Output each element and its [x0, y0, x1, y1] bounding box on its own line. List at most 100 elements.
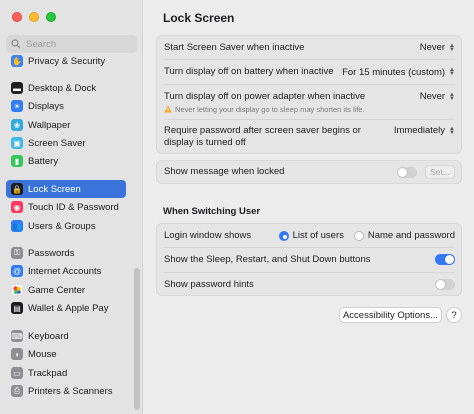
printer-icon: ⎙: [11, 385, 23, 397]
sidebar-item-label: Mouse: [28, 348, 57, 360]
sidebar-item-printers-scanners[interactable]: ⎙ Printers & Scanners: [6, 382, 126, 400]
radio-unselected-icon: [353, 230, 364, 241]
display-icon: ☀: [11, 100, 23, 112]
sidebar-scrollbar[interactable]: [134, 268, 140, 410]
display-battery-popup[interactable]: For 15 minutes (custom) ▲ ▼: [342, 67, 455, 78]
sidebar-item-wallpaper[interactable]: ❀ Wallpaper: [6, 116, 126, 134]
radio-selected-icon: [278, 230, 289, 241]
at-icon: @: [11, 265, 23, 277]
display-power-label: Turn display off on power adapter when i…: [164, 91, 366, 102]
help-button[interactable]: ?: [446, 307, 462, 323]
sidebar-item-displays[interactable]: ☀ Displays: [6, 97, 126, 115]
keyboard-icon: ⌨: [11, 330, 23, 342]
key-icon: ⚿: [11, 247, 23, 259]
display-power-row: Turn display off on power adapter when i…: [157, 85, 461, 116]
page-title: Lock Screen: [163, 11, 235, 25]
search-input[interactable]: [26, 38, 126, 50]
message-label: Show message when locked: [164, 166, 285, 178]
sidebar-item-label: Desktop & Dock: [28, 82, 97, 94]
screen-saver-label: Start Screen Saver when inactive: [164, 41, 305, 53]
sleep-restart-toggle[interactable]: [435, 254, 455, 265]
sidebar-item-users-groups[interactable]: 👥 Users & Groups: [6, 217, 126, 235]
require-password-popup[interactable]: Immediately ▲ ▼: [394, 125, 455, 136]
search-icon: [11, 39, 21, 49]
sidebar-item-lock-screen[interactable]: 🔒 Lock Screen: [6, 180, 126, 198]
warning-icon: [164, 105, 172, 113]
login-window-radio-group: List of users Name and password: [278, 230, 455, 241]
radio-label: Name and password: [367, 230, 455, 241]
display-power-note: Never letting your display go to sleep m…: [164, 105, 365, 114]
zoom-window-button[interactable]: [46, 12, 56, 22]
sleep-restart-row: Show the Sleep, Restart, and Shut Down b…: [157, 248, 461, 272]
system-settings-window: ✋ Privacy & Security ▬ Desktop & Dock ☀ …: [0, 0, 474, 414]
trackpad-icon: ▭: [11, 367, 23, 379]
password-hints-toggle[interactable]: [435, 279, 455, 290]
require-password-label-line2: display is turned off: [164, 136, 246, 148]
sidebar-item-label: Lock Screen: [28, 183, 81, 195]
main-pane: Lock Screen Start Screen Saver when inac…: [143, 0, 474, 414]
sidebar-item-passwords[interactable]: ⚿ Passwords: [6, 244, 126, 262]
login-window-row: Login window shows List of users Name an…: [157, 224, 461, 247]
display-battery-value: For 15 minutes (custom): [342, 66, 446, 78]
sidebar-item-battery[interactable]: ▮ Battery: [6, 152, 126, 170]
message-row: Show message when locked Set...: [157, 161, 461, 183]
sidebar-item-label: Privacy & Security: [28, 55, 106, 67]
search-field[interactable]: [6, 35, 137, 53]
close-window-button[interactable]: [12, 12, 22, 22]
sidebar-item-internet-accounts[interactable]: @ Internet Accounts: [6, 262, 126, 280]
sidebar-item-trackpad[interactable]: ▭ Trackpad: [6, 364, 126, 382]
users-icon: 👥: [11, 220, 23, 232]
sidebar-item-label: Printers & Scanners: [28, 385, 113, 397]
hand-icon: ✋: [11, 55, 23, 67]
window-controls: [12, 12, 56, 22]
sidebar-item-mouse[interactable]: ◖ Mouse: [6, 345, 126, 363]
sleep-restart-label: Show the Sleep, Restart, and Shut Down b…: [164, 254, 371, 266]
sidebar-item-label: Keyboard: [28, 330, 69, 342]
updown-chevron-icon: ▲ ▼: [449, 125, 455, 136]
display-power-popup[interactable]: Never ▲ ▼: [420, 91, 455, 102]
password-hints-label: Show password hints: [164, 278, 254, 290]
sidebar-item-desktop-dock[interactable]: ▬ Desktop & Dock: [6, 79, 126, 97]
screen-saver-popup[interactable]: Never ▲ ▼: [420, 42, 455, 53]
login-window-label: Login window shows: [164, 229, 252, 241]
accessibility-options-button[interactable]: Accessibility Options...: [339, 307, 442, 323]
sidebar-item-keyboard[interactable]: ⌨ Keyboard: [6, 327, 126, 345]
sidebar-item-touch-id-password[interactable]: ◉ Touch ID & Password: [6, 198, 126, 216]
radio-list-of-users[interactable]: List of users: [278, 230, 344, 241]
sidebar-item-screen-saver[interactable]: ▣ Screen Saver: [6, 134, 126, 152]
sidebar-item-label: Wallet & Apple Pay: [28, 302, 109, 314]
mouse-icon: ◖: [11, 348, 23, 360]
radio-label: List of users: [292, 230, 344, 241]
radio-name-and-password[interactable]: Name and password: [353, 230, 455, 241]
require-password-row: Require password after screen saver begi…: [157, 120, 461, 154]
lock-settings-group: Start Screen Saver when inactive Never ▲…: [156, 35, 462, 154]
minimize-window-button[interactable]: [29, 12, 39, 22]
require-password-value: Immediately: [393, 125, 446, 136]
sidebar-item-label: Users & Groups: [28, 220, 96, 232]
screen-saver-value: Never: [419, 42, 446, 53]
wallet-icon: ▤: [11, 302, 23, 314]
updown-chevron-icon: ▲ ▼: [449, 67, 455, 77]
wallpaper-icon: ❀: [11, 119, 23, 131]
screen-saver-row: Start Screen Saver when inactive Never ▲…: [157, 36, 461, 59]
set-message-button[interactable]: Set...: [425, 165, 455, 179]
fingerprint-icon: ◉: [11, 201, 23, 213]
sidebar-item-label: Trackpad: [28, 367, 68, 379]
sidebar-item-game-center[interactable]: Game Center: [6, 281, 126, 299]
sidebar-item-label: Internet Accounts: [28, 265, 102, 277]
lock-icon: 🔒: [11, 183, 23, 195]
game-center-icon: [11, 284, 23, 296]
sidebar: ✋ Privacy & Security ▬ Desktop & Dock ☀ …: [0, 0, 143, 414]
message-toggle[interactable]: [397, 167, 417, 178]
sidebar-item-wallet-apple-pay[interactable]: ▤ Wallet & Apple Pay: [6, 299, 126, 317]
sidebar-item-label: Touch ID & Password: [28, 201, 119, 213]
switching-user-heading: When Switching User: [163, 206, 261, 217]
display-power-note-text: Never letting your display go to sleep m…: [175, 104, 365, 114]
dock-icon: ▬: [11, 82, 23, 94]
sidebar-item-label: Displays: [28, 100, 64, 112]
battery-icon: ▮: [11, 155, 23, 167]
sidebar-item-privacy-security[interactable]: ✋ Privacy & Security: [6, 52, 126, 70]
screensaver-icon: ▣: [11, 137, 23, 149]
sidebar-item-label: Passwords: [28, 247, 75, 259]
sidebar-item-label: Battery: [28, 155, 59, 167]
